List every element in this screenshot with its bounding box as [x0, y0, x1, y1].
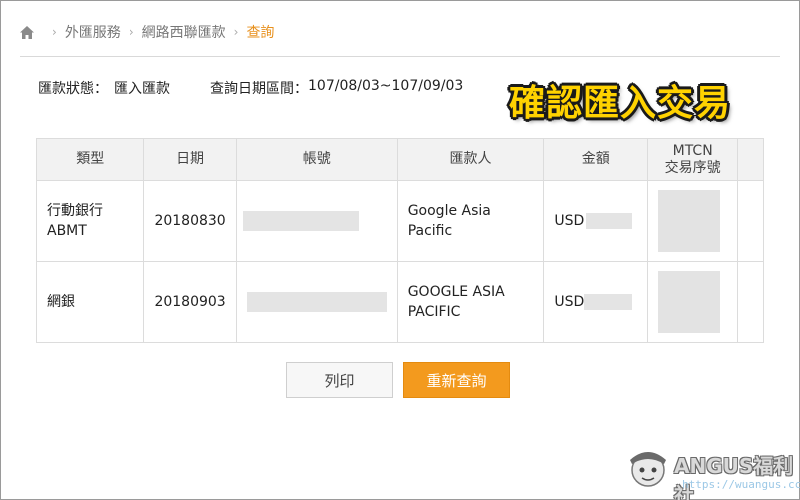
redacted-amount [586, 213, 633, 229]
header-spacer [737, 138, 764, 181]
redacted-account [242, 211, 359, 231]
period-label: 查詢日期區間： [210, 81, 308, 97]
redacted-amount [584, 294, 633, 310]
chevron-right-icon: › [233, 25, 239, 39]
remit-state-label: 匯款狀態： [38, 81, 108, 97]
breadcrumb-item-western-union[interactable]: 網路西聯匯款 [142, 22, 226, 42]
mascot-icon [630, 452, 666, 487]
cell-spacer [737, 180, 764, 262]
print-button[interactable]: 列印 [286, 362, 393, 398]
watermark: ANGUS福利社 https://wuangus.cc [624, 440, 800, 500]
header-account: 帳號 [235, 138, 398, 181]
cell-payer: Google Asia Pacific [396, 180, 545, 262]
cell-amount: USD [543, 261, 649, 343]
home-icon[interactable] [20, 25, 36, 39]
cell-type: 行動銀行 ABMT [35, 180, 145, 262]
table-row: 網銀 20180903 GOOGLE ASIA PACIFIC USD [35, 261, 764, 343]
header-payer: 匯款人 [396, 138, 545, 181]
cell-mtcn [647, 261, 739, 343]
header-mtcn-line2: 交易序號 [664, 159, 721, 176]
redacted-mtcn [658, 271, 721, 333]
cell-account [235, 180, 398, 262]
cell-mtcn [647, 180, 739, 262]
cell-date: 20180830 [143, 180, 237, 262]
table-row: 行動銀行 ABMT 20180830 Google Asia Pacific U… [35, 180, 764, 262]
header-mtcn: MTCN 交易序號 [647, 138, 739, 181]
cell-spacer [737, 261, 764, 343]
redacted-mtcn [658, 190, 721, 252]
cell-type: 網銀 [35, 261, 145, 343]
cell-account [235, 261, 398, 343]
redacted-account [246, 292, 387, 312]
header-date: 日期 [143, 138, 237, 181]
table-header-row: 類型 日期 帳號 匯款人 金額 MTCN 交易序號 [35, 138, 764, 181]
cell-payer: GOOGLE ASIA PACIFIC [396, 261, 545, 343]
breadcrumb-item-forex[interactable]: 外匯服務 [65, 22, 121, 42]
requery-button[interactable]: 重新查詢 [403, 362, 510, 398]
watermark-name: ANGUS福利社 [674, 454, 794, 500]
currency-label: USD [554, 213, 585, 229]
watermark-url: https://wuangus.cc [682, 478, 800, 491]
remit-state-value: 匯入匯款 [114, 81, 170, 97]
cell-date: 20180903 [143, 261, 237, 343]
cell-amount: USD [543, 180, 649, 262]
header-mtcn-line1: MTCN [672, 142, 713, 159]
period-value: 107/08/03~107/09/03 [308, 78, 464, 94]
overlay-title: 確認匯入交易 [509, 83, 732, 124]
header-type: 類型 [35, 138, 145, 181]
currency-label: USD [554, 294, 585, 310]
header-amount: 金額 [543, 138, 649, 181]
chevron-right-icon: › [128, 25, 134, 39]
chevron-right-icon: › [52, 25, 57, 39]
breadcrumb-divider [20, 56, 780, 57]
breadcrumb: › 外匯服務 › 網路西聯匯款 › 查詢 [20, 20, 274, 44]
query-status: 匯款狀態： 匯入匯款 查詢日期區間： 107/08/03~107/09/03 [38, 78, 463, 98]
breadcrumb-item-current: 查詢 [246, 25, 275, 41]
transaction-table: 類型 日期 帳號 匯款人 金額 MTCN 交易序號 行動銀行 ABMT 2018… [35, 138, 764, 343]
